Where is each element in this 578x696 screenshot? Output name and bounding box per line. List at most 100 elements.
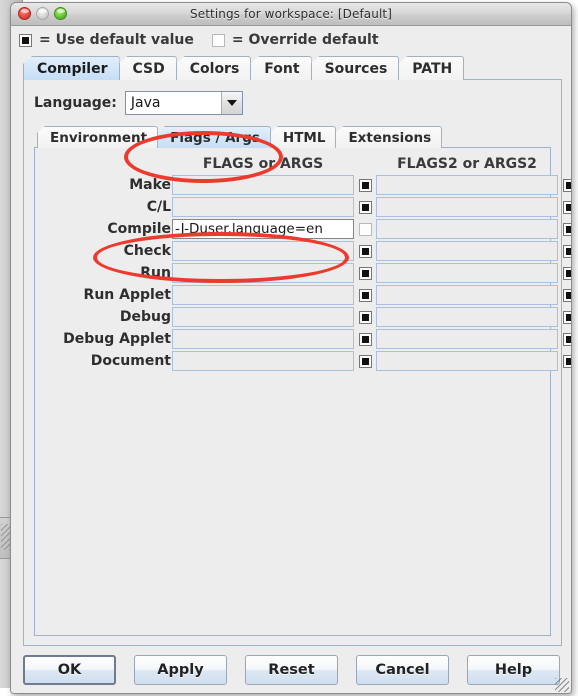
window-resize-grip[interactable] [555, 678, 569, 692]
flags-default-checkbox[interactable] [358, 310, 372, 324]
flags-default-checkbox[interactable] [358, 332, 372, 346]
flags-input[interactable] [172, 285, 354, 305]
subtab-flags-args[interactable]: Flags / Args [157, 126, 271, 148]
flags2-input[interactable] [376, 263, 558, 283]
button-bar: OK Apply Reset Cancel Help [11, 647, 571, 693]
subtab-extensions[interactable]: Extensions [335, 126, 443, 148]
flags2-default-checkbox[interactable] [562, 222, 571, 236]
apply-button[interactable]: Apply [134, 655, 227, 685]
flags2-input[interactable] [376, 197, 558, 217]
flags2-default-checkbox[interactable] [562, 200, 571, 214]
flags2-default-checkbox[interactable] [562, 178, 571, 192]
flags-default-cell [354, 200, 376, 214]
row-label: Document [90, 353, 171, 369]
screen: Settings for workspace: [Default] = Use … [0, 0, 578, 696]
apply-button-label: Apply [157, 662, 204, 678]
reset-button-label: Reset [268, 662, 315, 678]
ok-button[interactable]: OK [23, 655, 116, 685]
flags-default-cell [354, 354, 376, 368]
grid-row: Run [41, 262, 571, 284]
grid-row: Check [41, 240, 571, 262]
grid-row: Debug Applet [41, 328, 571, 350]
tab-font[interactable]: Font [250, 56, 312, 80]
row-label: Run Applet [83, 287, 171, 303]
flags2-default-checkbox[interactable] [562, 244, 571, 258]
flags-input[interactable] [172, 263, 354, 283]
flags-default-checkbox[interactable] [358, 354, 372, 368]
close-button-icon[interactable] [18, 7, 31, 20]
reset-button[interactable]: Reset [245, 655, 338, 685]
flags2-input[interactable] [376, 351, 558, 371]
dialog-body: = Use default value = Override default C… [11, 26, 571, 693]
tab-sources[interactable]: Sources [310, 56, 400, 80]
flags2-input[interactable] [376, 175, 558, 195]
flags-input[interactable] [172, 197, 354, 217]
language-select[interactable]: Java [124, 91, 243, 115]
chevron-down-icon[interactable] [220, 92, 242, 114]
language-select-value: Java [125, 92, 221, 114]
flags2-default-checkbox[interactable] [562, 288, 571, 302]
help-button[interactable]: Help [467, 655, 560, 685]
flags2-default-cell [558, 200, 571, 214]
flags-input[interactable] [172, 175, 354, 195]
flags2-input[interactable] [376, 329, 558, 349]
flags-input[interactable] [172, 351, 354, 371]
zoom-button-icon[interactable] [54, 7, 67, 20]
legend-override-default-label: = Override default [231, 32, 379, 48]
minimize-button-icon[interactable] [36, 7, 49, 20]
flags2-default-checkbox[interactable] [562, 354, 571, 368]
flags-default-checkbox[interactable] [358, 178, 372, 192]
flags-args-panel: FLAGS or ARGS FLAGS2 or ARGS2 Make C/L Com… [34, 147, 571, 636]
subtab-environment[interactable]: Environment [37, 126, 159, 148]
grid-row: Make [41, 174, 571, 196]
flags2-input[interactable] [376, 307, 558, 327]
row-label: Debug Applet [63, 331, 171, 347]
flags2-input[interactable] [376, 241, 558, 261]
grid-row: Compile -J-Duser.language=en [41, 218, 571, 240]
flags-default-checkbox[interactable] [358, 244, 372, 258]
grid-row: Document [41, 350, 571, 372]
flags-default-cell [354, 178, 376, 192]
unchecked-checkbox-icon [211, 33, 225, 47]
flags-input[interactable] [172, 329, 354, 349]
flags-default-checkbox[interactable] [358, 288, 372, 302]
ok-button-label: OK [57, 662, 82, 678]
row-label: Debug [119, 309, 171, 325]
window-title: Settings for workspace: [Default] [190, 7, 392, 21]
flags-default-checkbox[interactable] [358, 266, 372, 280]
flags2-input[interactable] [376, 285, 558, 305]
tab-compiler[interactable]: Compiler [23, 56, 120, 80]
tab-colors-label: Colors [189, 60, 240, 77]
main-tabstrip: Compiler CSD Colors Font Sources PATH [11, 54, 571, 80]
row-label: Make [129, 177, 171, 193]
flags-default-checkbox[interactable] [358, 200, 372, 214]
tab-csd-label: CSD [132, 60, 165, 77]
settings-dialog: Settings for workspace: [Default] = Use … [10, 2, 572, 694]
titlebar[interactable]: Settings for workspace: [Default] [11, 3, 571, 26]
flags-override-checkbox[interactable] [358, 222, 372, 236]
flags2-column-header: FLAGS2 or ARGS2 [397, 156, 537, 172]
flags2-default-checkbox[interactable] [562, 310, 571, 324]
flags-input[interactable] [172, 241, 354, 261]
subtab-environment-label: Environment [50, 129, 148, 146]
grid-row: Run Applet [41, 284, 571, 306]
subtab-flags-args-label: Flags / Args [170, 129, 260, 146]
grid-header: FLAGS or ARGS FLAGS2 or ARGS2 [41, 154, 544, 174]
flags2-default-checkbox[interactable] [562, 332, 571, 346]
language-label: Language: [34, 95, 117, 111]
window-controls [18, 7, 67, 20]
subtab-html-label: HTML [282, 129, 326, 146]
legend-row: = Use default value = Override default [11, 26, 571, 54]
flags-input[interactable] [172, 307, 354, 327]
flags2-default-checkbox[interactable] [562, 266, 571, 280]
flags2-input[interactable] [376, 219, 558, 239]
subtab-html[interactable]: HTML [269, 126, 337, 148]
legend-override-default: = Override default [211, 32, 379, 48]
tab-colors[interactable]: Colors [175, 56, 252, 80]
tab-csd[interactable]: CSD [118, 56, 177, 80]
tab-sources-label: Sources [324, 60, 388, 77]
flags-input[interactable]: -J-Duser.language=en [172, 219, 354, 239]
flags2-default-cell [558, 288, 571, 302]
tab-path[interactable]: PATH [398, 56, 465, 80]
cancel-button[interactable]: Cancel [356, 655, 449, 685]
